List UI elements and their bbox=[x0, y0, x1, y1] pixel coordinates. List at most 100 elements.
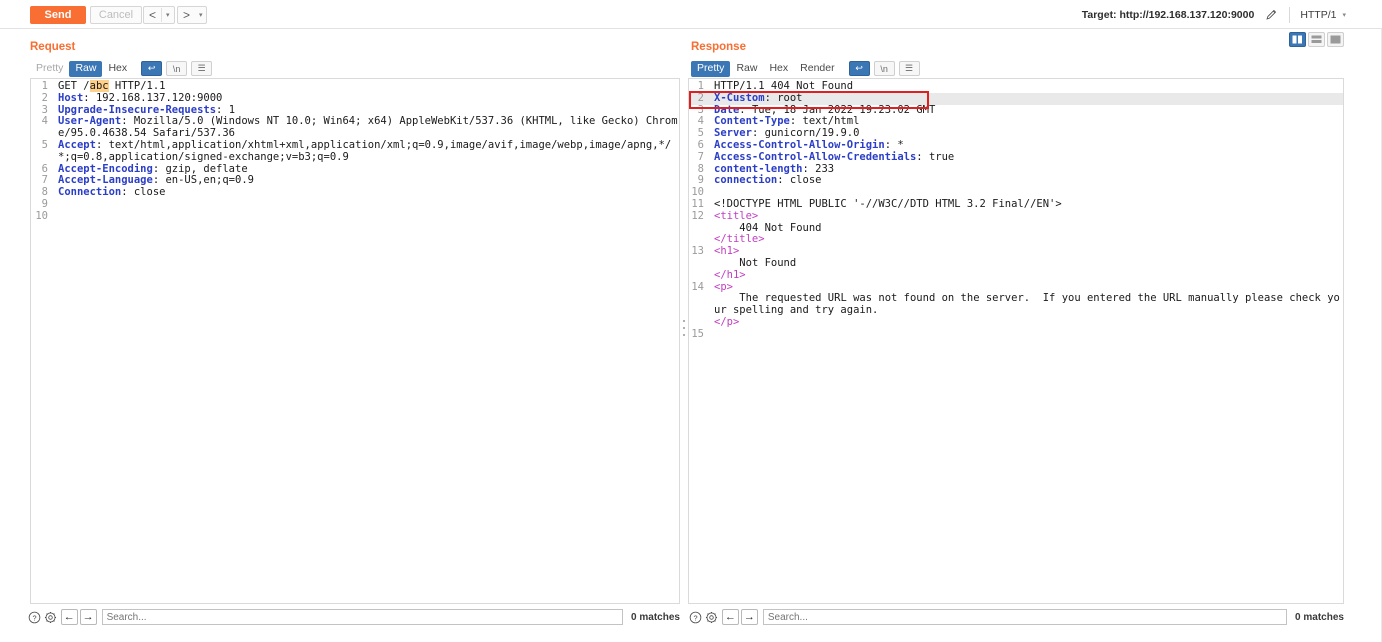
search-previous-button[interactable]: ← bbox=[721, 609, 739, 625]
help-icon[interactable]: ? bbox=[27, 610, 42, 625]
request-tab-hex[interactable]: Hex bbox=[102, 61, 133, 77]
line-text[interactable]: Connection: close bbox=[53, 186, 679, 199]
line-text[interactable]: connection: close bbox=[709, 174, 1343, 187]
html-tag: </title> bbox=[714, 233, 765, 246]
text-run: : gunicorn/19.9.0 bbox=[751, 127, 860, 140]
response-search-input[interactable] bbox=[762, 609, 1288, 625]
layout-single-button[interactable] bbox=[1327, 32, 1344, 47]
line-number: 12 bbox=[691, 209, 704, 222]
request-status-bar: ? ← → 0 matches bbox=[27, 608, 680, 626]
show-newlines-icon[interactable]: \n bbox=[873, 61, 895, 76]
line-text[interactable]: <!DOCTYPE HTML PUBLIC '-//W3C//DTD HTML … bbox=[709, 197, 1343, 211]
line-text[interactable] bbox=[53, 211, 679, 223]
chevron-down-icon[interactable]: ▾ bbox=[162, 11, 174, 19]
code-line[interactable]: 8 Connection: close bbox=[31, 186, 679, 199]
response-editor[interactable]: 1 HTTP/1.1 404 Not Found 2 X-Custom: root 3 D… bbox=[688, 78, 1344, 604]
code-line[interactable]: 14 <p> The requested URL was not found on… bbox=[689, 280, 1343, 329]
code-line[interactable]: 4 User-Agent: Mozilla/5.0 (Windows NT 10.… bbox=[31, 115, 679, 140]
chevron-down-icon[interactable]: ▾ bbox=[1342, 11, 1346, 19]
next-arrow-icon: > bbox=[183, 8, 191, 22]
response-tab-hex[interactable]: Hex bbox=[763, 61, 794, 77]
word-wrap-icon[interactable]: ↩ bbox=[848, 61, 870, 76]
code-line[interactable]: 11 <!DOCTYPE HTML PUBLIC '-//W3C//DTD HTM… bbox=[689, 197, 1343, 211]
http-version-label[interactable]: HTTP/1 bbox=[1300, 9, 1336, 21]
line-number: 2 bbox=[697, 91, 704, 104]
target-label: Target: http://192.168.137.120:9000 bbox=[1081, 8, 1255, 21]
request-tab-pretty[interactable]: Pretty bbox=[30, 61, 69, 77]
header-name: Connection bbox=[58, 186, 122, 199]
search-previous-button[interactable]: ← bbox=[60, 609, 78, 625]
show-newlines-icon[interactable]: \n bbox=[166, 61, 188, 76]
request-code[interactable]: 1 GET /abc HTTP/1.1 2 Host: 192.168.137.120… bbox=[31, 79, 679, 223]
help-icon[interactable]: ? bbox=[688, 610, 703, 625]
gear-icon[interactable] bbox=[43, 610, 58, 625]
code-line[interactable]: 15 bbox=[689, 328, 1343, 341]
word-wrap-icon[interactable]: ↩ bbox=[141, 61, 163, 76]
repeater-window: Send Cancel < ▾ > ▾ Target: http://192.1… bbox=[0, 0, 1382, 642]
request-editor[interactable]: 1 GET /abc HTTP/1.1 2 Host: 192.168.137.120… bbox=[30, 78, 680, 604]
line-text[interactable]: Accept: text/html,application/xhtml+xml,… bbox=[53, 139, 679, 164]
line-text[interactable]: <title> 404 Not Found </title> bbox=[709, 209, 1343, 246]
html-tag: </h1> bbox=[714, 268, 746, 281]
code-line[interactable]: 13 <h1> Not Found </h1> bbox=[689, 245, 1343, 281]
request-tab-raw[interactable]: Raw bbox=[69, 60, 103, 77]
header-name: Date bbox=[714, 103, 740, 116]
pane-splitter-handle[interactable] bbox=[681, 320, 686, 336]
line-number: 10 bbox=[35, 209, 48, 222]
text-run: : close bbox=[777, 174, 822, 187]
pencil-icon[interactable] bbox=[1263, 7, 1279, 23]
line-text[interactable]: User-Agent: Mozilla/5.0 (Windows NT 10.0… bbox=[53, 115, 679, 140]
text-run: : Mozilla/5.0 (Windows NT 10.0; Win64; x… bbox=[58, 115, 678, 140]
line-text[interactable] bbox=[709, 329, 1343, 341]
response-panel-title: Response bbox=[691, 41, 746, 53]
header-name: Access-Control-Allow-Origin bbox=[714, 138, 885, 151]
response-tab-raw[interactable]: Raw bbox=[730, 61, 763, 77]
gear-icon[interactable] bbox=[704, 610, 719, 625]
html-tag: <p> bbox=[714, 280, 733, 293]
line-text[interactable]: HTTP/1.1 404 Not Found bbox=[709, 80, 1343, 93]
response-tab-render[interactable]: Render bbox=[794, 61, 840, 77]
header-name: Content-Type bbox=[714, 115, 790, 128]
line-text[interactable]: <p> The requested URL was not found on t… bbox=[709, 280, 1343, 329]
line-number: 7 bbox=[697, 150, 704, 163]
search-next-button[interactable]: → bbox=[79, 609, 97, 625]
text-run: : Tue, 18 Jan 2022 19:23:02 GMT bbox=[739, 103, 936, 116]
html-tag: <title> bbox=[714, 209, 759, 222]
text-run: : root bbox=[764, 91, 803, 104]
layout-stacked-button[interactable] bbox=[1308, 32, 1325, 47]
html-tag: <h1> bbox=[714, 245, 740, 258]
line-text[interactable]: <h1> Not Found </h1> bbox=[709, 245, 1343, 281]
code-line[interactable]: 9 bbox=[31, 198, 679, 211]
code-line[interactable]: 9 connection: close bbox=[689, 174, 1343, 187]
target-area: Target: http://192.168.137.120:9000 HTTP… bbox=[1082, 0, 1346, 29]
code-line[interactable]: 5 Accept: text/html,application/xhtml+xml… bbox=[31, 139, 679, 164]
header-name: Upgrade-Insecure-Requests bbox=[58, 103, 217, 116]
header-name: Accept-Encoding bbox=[58, 162, 153, 175]
text-run: : true bbox=[916, 150, 955, 163]
cancel-button: Cancel bbox=[90, 6, 142, 24]
search-next-button[interactable]: → bbox=[740, 609, 758, 625]
next-request-button[interactable]: > ▾ bbox=[177, 6, 207, 24]
line-number: 13 bbox=[691, 245, 704, 258]
request-search-input[interactable] bbox=[101, 609, 624, 625]
line-number: 6 bbox=[697, 138, 704, 151]
previous-arrow-icon: < bbox=[149, 8, 157, 22]
text-run: <!DOCTYPE HTML PUBLIC '-//W3C//DTD HTML … bbox=[714, 197, 1062, 210]
menu-icon[interactable]: ☰ bbox=[898, 61, 920, 76]
line-text[interactable] bbox=[53, 199, 679, 211]
code-line[interactable]: 12 <title> 404 Not Found </title> bbox=[689, 209, 1343, 246]
response-status-bar: ? ← → 0 matches bbox=[688, 608, 1344, 626]
menu-icon[interactable]: ☰ bbox=[191, 61, 213, 76]
header-name: Accept-Language bbox=[58, 174, 153, 187]
text-run: Not Found bbox=[739, 256, 797, 269]
header-name: X-Custom bbox=[714, 91, 765, 104]
response-code[interactable]: 1 HTTP/1.1 404 Not Found 2 X-Custom: root 3 D… bbox=[689, 79, 1343, 341]
send-button[interactable]: Send bbox=[30, 6, 86, 24]
chevron-down-icon[interactable]: ▾ bbox=[195, 11, 207, 19]
header-name: User-Agent bbox=[58, 115, 122, 128]
code-line[interactable]: 10 bbox=[31, 209, 679, 223]
layout-side-by-side-button[interactable] bbox=[1289, 32, 1306, 47]
previous-request-button[interactable]: < ▾ bbox=[143, 6, 175, 24]
response-tab-pretty[interactable]: Pretty bbox=[691, 60, 731, 77]
line-number: 14 bbox=[691, 280, 704, 293]
